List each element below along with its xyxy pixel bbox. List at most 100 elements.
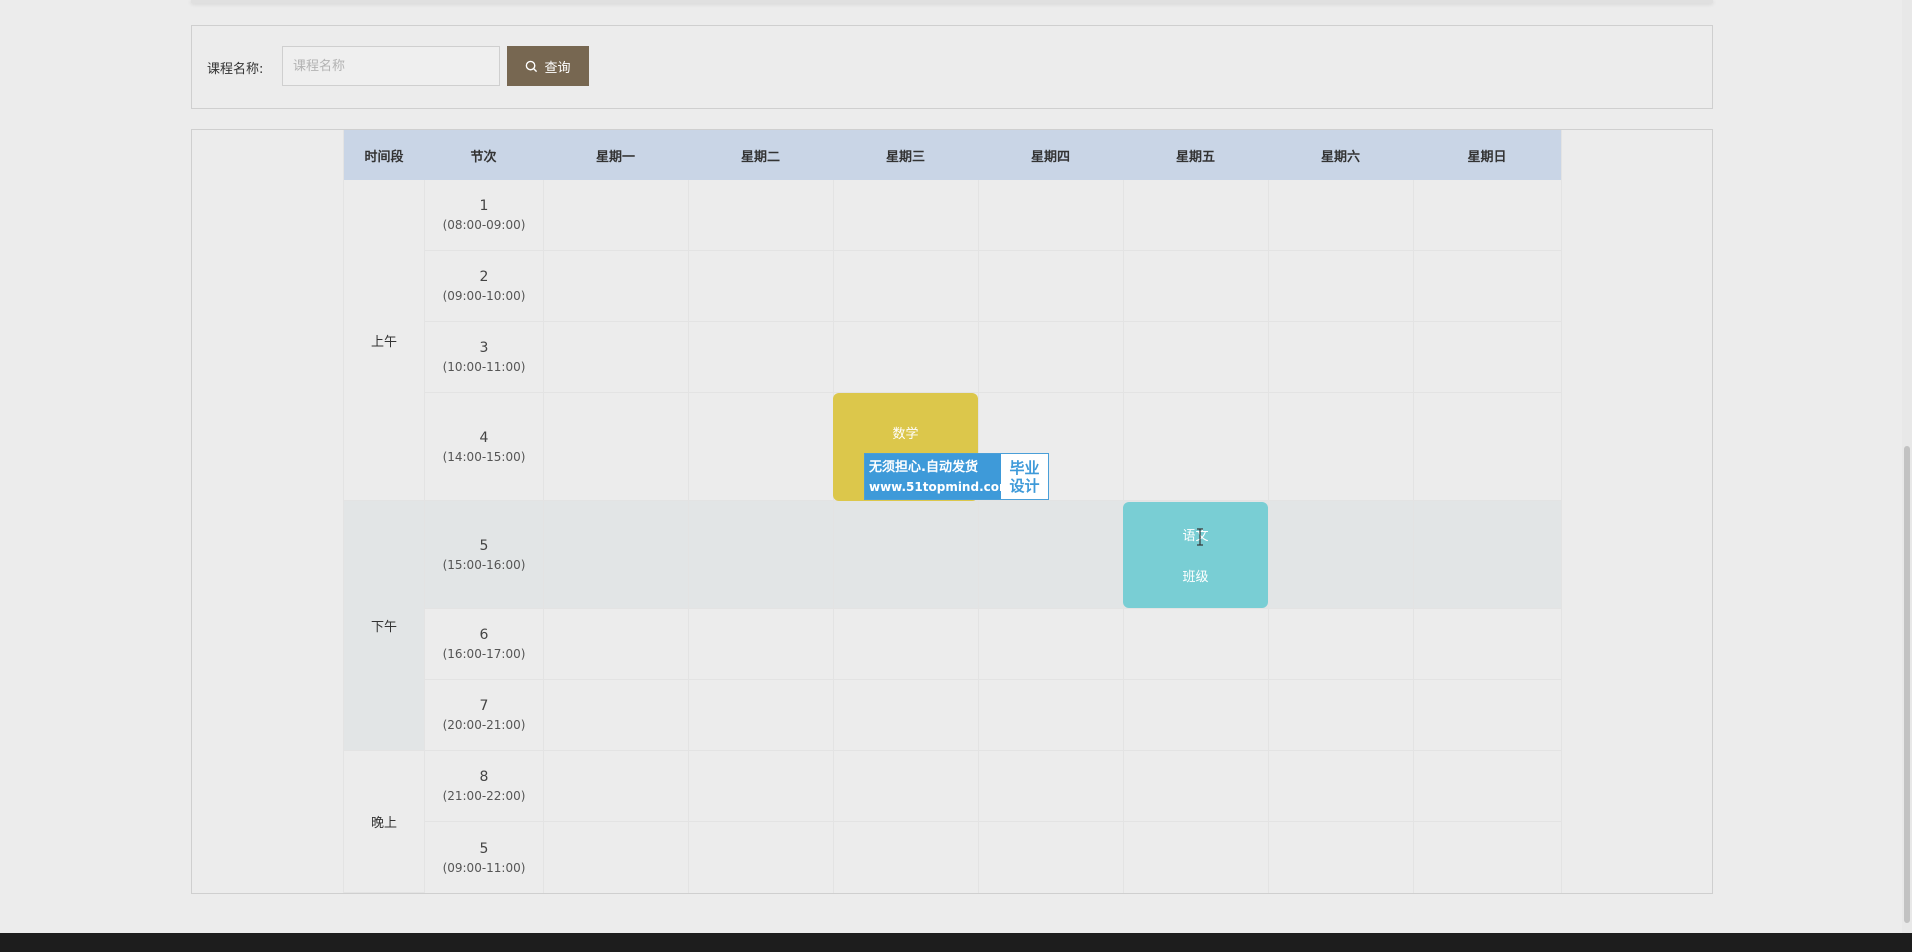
table-row: 2 (09:00-10:00)	[424, 251, 1561, 322]
day-cell[interactable]	[688, 322, 833, 392]
day-cell[interactable]	[688, 180, 833, 250]
day-cell[interactable]	[543, 501, 688, 608]
slot-number: 3	[479, 340, 489, 356]
period-morning: 上午	[344, 180, 424, 501]
day-cell[interactable]	[688, 393, 833, 500]
day-cell[interactable]	[833, 251, 978, 321]
slot-time: (16:00-17:00)	[442, 647, 526, 661]
slot-time: (08:00-09:00)	[442, 218, 526, 232]
page: 课程名称: 查询 时间段 节次 星期一 星期二 星期三 星期四 星期五 星期六 …	[0, 0, 1912, 952]
table-row: 6 (16:00-17:00)	[424, 609, 1561, 680]
day-cell[interactable]	[688, 751, 833, 821]
header-slot: 节次	[470, 149, 497, 165]
day-cell[interactable]	[688, 501, 833, 608]
day-cell[interactable]	[1123, 180, 1268, 250]
slot-number: 5	[479, 537, 489, 554]
table-row: 5 (09:00-11:00)	[424, 822, 1561, 893]
day-cell[interactable]	[978, 751, 1123, 821]
day-cell[interactable]	[833, 680, 978, 750]
course-name-input[interactable]	[282, 46, 500, 86]
slot-time: (14:00-15:00)	[442, 449, 526, 464]
search-button[interactable]: 查询	[507, 46, 589, 86]
course-name: 数学	[892, 426, 919, 442]
day-cell[interactable]	[1413, 180, 1561, 250]
day-cell[interactable]	[543, 393, 688, 500]
day-cell[interactable]	[1413, 751, 1561, 821]
day-cell[interactable]	[833, 609, 978, 679]
day-cell[interactable]	[1268, 322, 1413, 392]
search-label: 课程名称:	[207, 62, 264, 77]
day-cell[interactable]	[1413, 822, 1561, 893]
bottom-bar	[0, 933, 1912, 952]
day-cell[interactable]	[543, 751, 688, 821]
day-cell[interactable]	[1268, 751, 1413, 821]
day-cell[interactable]	[688, 251, 833, 321]
slot-number: 6	[479, 627, 489, 643]
day-cell[interactable]	[688, 609, 833, 679]
day-cell[interactable]	[1268, 680, 1413, 750]
day-cell[interactable]	[688, 680, 833, 750]
day-cell[interactable]	[1123, 609, 1268, 679]
day-cell[interactable]	[833, 180, 978, 250]
day-cell[interactable]	[1123, 751, 1268, 821]
day-cell[interactable]	[978, 501, 1123, 608]
day-cell[interactable]	[1413, 393, 1561, 500]
slot-number: 2	[479, 269, 489, 285]
watermark-right: 毕业 设计	[1001, 454, 1048, 499]
day-cell[interactable]	[833, 501, 978, 608]
day-cell[interactable]	[1268, 251, 1413, 321]
period-afternoon: 下午	[344, 501, 424, 751]
table-row: 7 (20:00-21:00)	[424, 680, 1561, 751]
schedule-table: 时间段 节次 星期一 星期二 星期三 星期四 星期五 星期六 星期日 上午 下午…	[343, 130, 1562, 893]
day-cell[interactable]	[543, 180, 688, 250]
day-cell[interactable]	[833, 322, 978, 392]
day-cell[interactable]	[978, 322, 1123, 392]
day-cell[interactable]	[688, 822, 833, 893]
day-cell[interactable]	[543, 822, 688, 893]
day-cell[interactable]	[543, 251, 688, 321]
course-class: 班级	[1182, 570, 1209, 585]
header-day-sat: 星期六	[1320, 149, 1360, 165]
day-cell[interactable]	[1268, 501, 1413, 608]
day-cell[interactable]	[978, 680, 1123, 750]
day-cell[interactable]	[833, 751, 978, 821]
day-cell[interactable]	[543, 609, 688, 679]
day-cell[interactable]	[978, 609, 1123, 679]
day-cell[interactable]	[1413, 322, 1561, 392]
day-cell[interactable]	[1268, 393, 1413, 500]
day-cell[interactable]	[1123, 822, 1268, 893]
slot-cell: 4 (14:00-15:00)	[424, 393, 543, 500]
slot-time: (21:00-22:00)	[442, 789, 526, 803]
day-cell[interactable]	[543, 680, 688, 750]
day-cell[interactable]	[978, 180, 1123, 250]
slot-number: 5	[479, 840, 489, 857]
watermark-right-top: 毕业	[1009, 458, 1040, 477]
day-cell[interactable]	[1123, 251, 1268, 321]
scrollbar-thumb[interactable]	[1904, 446, 1910, 923]
watermark-left: 无须担心.自动发货 www.51topmind.com	[865, 454, 1012, 499]
day-cell[interactable]	[1123, 393, 1268, 500]
header-period: 时间段	[364, 149, 404, 165]
day-cell[interactable]	[833, 822, 978, 893]
search-icon	[526, 60, 538, 72]
day-cell[interactable]	[543, 322, 688, 392]
slot-cell: 8 (21:00-22:00)	[424, 751, 543, 821]
header-day-sun: 星期日	[1467, 149, 1507, 165]
day-cell[interactable]	[1413, 501, 1561, 608]
day-cell[interactable]	[1413, 609, 1561, 679]
text-cursor-icon	[1197, 528, 1203, 546]
slot-cell: 2 (09:00-10:00)	[424, 251, 543, 321]
course-block-chinese[interactable]: 语文 班级	[1123, 502, 1268, 608]
day-cell[interactable]	[1413, 680, 1561, 750]
day-cell[interactable]	[1268, 822, 1413, 893]
day-cell[interactable]	[1268, 180, 1413, 250]
day-cell[interactable]	[1268, 609, 1413, 679]
day-cell[interactable]	[1123, 322, 1268, 392]
slot-time: (10:00-11:00)	[442, 360, 526, 374]
day-cell[interactable]	[978, 251, 1123, 321]
day-cell[interactable]	[1123, 680, 1268, 750]
day-cell[interactable]	[1413, 251, 1561, 321]
day-cell[interactable]	[978, 822, 1123, 893]
table-row: 1 (08:00-09:00)	[424, 180, 1561, 251]
top-panel-edge	[191, 0, 1713, 3]
